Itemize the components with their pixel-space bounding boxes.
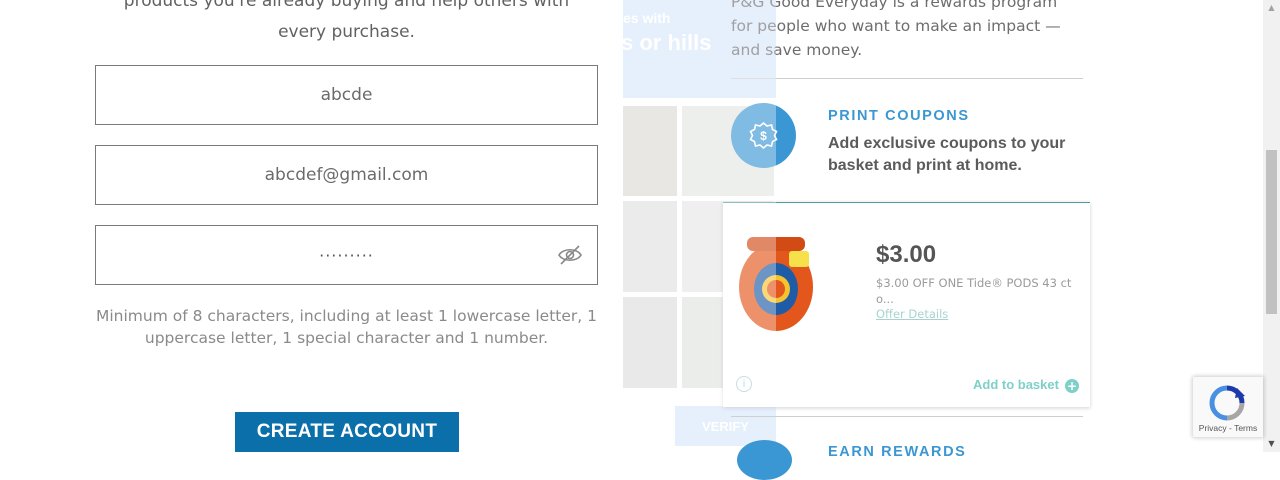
- program-description: P&G Good Everyday is a rewards program f…: [731, 0, 1076, 62]
- description-line: P&G Good Everyday is a rewards program: [731, 0, 1058, 11]
- feature-desc-line: Add exclusive coupons to your: [828, 135, 1066, 152]
- divider: [731, 78, 1083, 79]
- feature-title-earn-rewards: EARN REWARDS: [828, 444, 967, 460]
- hint-line: uppercase letter, 1 special character an…: [144, 329, 549, 347]
- offer-details-link[interactable]: Offer Details: [876, 307, 948, 321]
- add-to-basket-link[interactable]: Add to basket: [973, 377, 1059, 392]
- plus-icon[interactable]: +: [1065, 379, 1079, 393]
- fade-overlay: [622, 0, 776, 452]
- recaptcha-terms[interactable]: Privacy - Terms: [1193, 423, 1263, 433]
- coupon-card[interactable]: $3.00 $3.00 OFF ONE Tide® PODS 43 ct o..…: [723, 202, 1090, 407]
- description-line: for people who want to make an impact —: [731, 17, 1061, 35]
- recaptcha-badge[interactable]: Privacy - Terms: [1193, 377, 1263, 437]
- feature-title-print-coupons: PRINT COUPONS: [828, 108, 970, 124]
- feature-badge: [737, 440, 792, 480]
- password-field[interactable]: ·········: [95, 225, 598, 285]
- username-field[interactable]: [95, 65, 598, 125]
- username-input[interactable]: [96, 84, 597, 106]
- feature-desc-line: basket and print at home.: [828, 157, 1022, 174]
- divider: [731, 416, 1083, 417]
- create-account-button[interactable]: CREATE ACCOUNT: [235, 412, 459, 452]
- recaptcha-logo-icon: [1209, 385, 1245, 421]
- offer-line: $3.00 OFF ONE Tide® PODS 43 ct: [876, 276, 1072, 290]
- offer-line: o...: [876, 292, 894, 306]
- scrollbar-thumb[interactable]: [1266, 150, 1277, 314]
- feature-description: Add exclusive coupons to your basket and…: [828, 133, 1065, 177]
- hint-line: Minimum of 8 characters, including at le…: [95, 307, 597, 325]
- password-hint: Minimum of 8 characters, including at le…: [95, 305, 598, 349]
- description-line: and save money.: [731, 41, 863, 59]
- scroll-down-arrow-icon[interactable]: ▼: [1263, 436, 1280, 452]
- intro-line: products you're already buying and help …: [123, 0, 570, 11]
- intro-line: every purchase.: [278, 22, 415, 42]
- intro-text: products you're already buying and help …: [95, 0, 598, 48]
- email-input[interactable]: [96, 164, 597, 186]
- offer-description: $3.00 OFF ONE Tide® PODS 43 ct o...: [876, 275, 1086, 307]
- scroll-up-arrow-icon[interactable]: ▲: [1263, 0, 1280, 16]
- email-field[interactable]: [95, 145, 598, 205]
- coupon-price: $3.00: [876, 241, 937, 268]
- password-input[interactable]: ·········: [319, 246, 374, 265]
- eye-slash-icon[interactable]: [557, 243, 583, 267]
